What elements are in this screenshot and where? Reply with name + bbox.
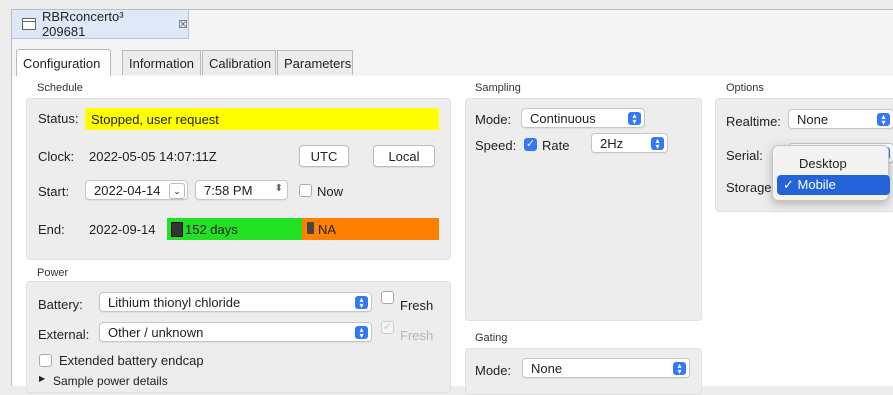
realtime-label: Realtime: bbox=[726, 114, 781, 129]
utc-button[interactable]: UTC bbox=[299, 145, 349, 167]
tab-label: Information bbox=[129, 55, 195, 71]
popup-arrows-icon: ▴▾ bbox=[673, 361, 686, 375]
endcap-label: Extended battery endcap bbox=[59, 353, 204, 368]
document-tab-title: RBRconcerto³ 209681 bbox=[41, 9, 124, 39]
battery-fresh-label: Fresh bbox=[400, 298, 434, 313]
editor-window: RBRconcerto³ 209681 ☒ Configuration Info… bbox=[11, 9, 893, 395]
battery-bar: NA bbox=[302, 218, 439, 240]
external-power-select[interactable]: Other / unknown ▴ ▾ bbox=[99, 322, 372, 342]
chevron-down-icon[interactable]: ⌄ bbox=[169, 183, 185, 199]
start-date-value: 2022-04-14 bbox=[94, 182, 161, 198]
start-time-value: 7:58 PM bbox=[204, 182, 253, 198]
storage-option-desktop[interactable]: Desktop bbox=[777, 153, 893, 173]
sampling-group bbox=[465, 98, 702, 321]
memory-bar: 152 days bbox=[167, 218, 302, 240]
disclosure-triangle-icon[interactable]: ▶ bbox=[39, 374, 45, 383]
endcap-checkbox[interactable] bbox=[39, 354, 52, 367]
power-group-label: Power bbox=[37, 267, 69, 279]
external-fresh-checkbox: ✓ bbox=[381, 321, 394, 334]
battery-text: NA bbox=[318, 221, 337, 237]
memory-icon bbox=[171, 222, 183, 237]
serial-label: Serial: bbox=[726, 148, 763, 163]
window-icon bbox=[22, 18, 36, 30]
popup-arrows-icon: ▴▾ bbox=[355, 295, 368, 309]
memory-text: 152 days bbox=[185, 221, 238, 237]
realtime-value: None bbox=[797, 111, 829, 127]
local-button[interactable]: Local bbox=[373, 145, 435, 167]
battery-type-value: Lithium thionyl chloride bbox=[108, 294, 241, 310]
rate-label: Rate bbox=[542, 138, 570, 153]
popup-arrows-icon: ▴▾ bbox=[628, 111, 641, 125]
realtime-select[interactable]: None ▴ ▾ bbox=[788, 109, 893, 129]
storage-option-mobile[interactable]: ✓ Mobile bbox=[777, 175, 890, 195]
gating-mode-select[interactable]: None ▴ ▾ bbox=[522, 358, 690, 378]
sampling-mode-select[interactable]: Continuous ▴ ▾ bbox=[521, 108, 645, 128]
close-icon[interactable]: ☒ bbox=[178, 18, 188, 31]
gating-mode-value: None bbox=[531, 360, 563, 376]
popup-arrows-icon: ▴▾ bbox=[355, 325, 368, 339]
tab-label: Calibration bbox=[209, 55, 272, 71]
document-tab[interactable]: RBRconcerto³ 209681 ☒ bbox=[12, 9, 189, 39]
clock-label: Clock: bbox=[38, 149, 75, 164]
popup-arrows-icon: ▴▾ bbox=[651, 136, 664, 150]
popup-arrows-icon: ▴▾ bbox=[877, 112, 890, 126]
option-label: Desktop bbox=[799, 155, 847, 171]
rate-checkbox[interactable]: ✓ bbox=[524, 138, 537, 151]
option-label: ✓ Mobile bbox=[783, 177, 836, 192]
tab-calibration[interactable]: Calibration bbox=[202, 50, 276, 75]
end-date-value: 2022-09-14 bbox=[89, 222, 156, 237]
battery-icon bbox=[307, 222, 314, 234]
now-checkbox[interactable] bbox=[299, 184, 312, 197]
rate-value: 2Hz bbox=[600, 135, 624, 151]
stepper-icon[interactable]: ⬍ bbox=[275, 183, 283, 194]
start-label: Start: bbox=[38, 184, 70, 199]
options-group-label: Options bbox=[726, 82, 764, 94]
external-label: External: bbox=[38, 327, 90, 342]
rate-select[interactable]: 2Hz ▴ ▾ bbox=[591, 133, 668, 153]
start-date-picker[interactable]: 2022-04-14 ⌄ bbox=[85, 180, 188, 200]
battery-type-label: Battery: bbox=[38, 297, 83, 312]
schedule-group-label: Schedule bbox=[37, 82, 83, 94]
status-field: Stopped, user request bbox=[85, 108, 439, 130]
speed-label: Speed: bbox=[475, 138, 517, 153]
clock-value: 2022-05-05 14:07:11Z bbox=[89, 149, 217, 164]
status-label: Status: bbox=[38, 111, 79, 126]
sampling-group-label: Sampling bbox=[475, 82, 521, 94]
sample-power-details-toggle[interactable]: Sample power details bbox=[53, 374, 168, 388]
battery-fresh-checkbox[interactable] bbox=[381, 291, 394, 304]
tab-parameters[interactable]: Parameters bbox=[277, 50, 353, 75]
configuration-panel: Schedule Status: Stopped, user request C… bbox=[12, 76, 893, 395]
tab-label: Parameters bbox=[284, 55, 352, 71]
tab-bar: Configuration Information Calibration Pa… bbox=[12, 49, 893, 77]
external-fresh-label: Fresh bbox=[400, 328, 434, 343]
battery-type-select[interactable]: Lithium thionyl chloride ▴ ▾ bbox=[99, 292, 372, 312]
gating-group-label: Gating bbox=[475, 332, 508, 344]
storage-label: Storage: bbox=[726, 180, 776, 195]
start-time-stepper[interactable]: 7:58 PM ⬍ bbox=[195, 180, 288, 200]
tab-information[interactable]: Information bbox=[122, 50, 201, 75]
now-label: Now bbox=[317, 184, 344, 199]
sampling-mode-value: Continuous bbox=[530, 110, 596, 126]
external-power-value: Other / unknown bbox=[108, 324, 204, 340]
sampling-mode-label: Mode: bbox=[475, 112, 512, 127]
tab-label: Configuration bbox=[23, 55, 101, 71]
tab-configuration[interactable]: Configuration bbox=[16, 49, 111, 76]
gating-mode-label: Mode: bbox=[475, 363, 512, 378]
storage-dropdown-menu: Desktop ✓ Mobile bbox=[772, 145, 890, 201]
end-label: End: bbox=[38, 222, 65, 237]
